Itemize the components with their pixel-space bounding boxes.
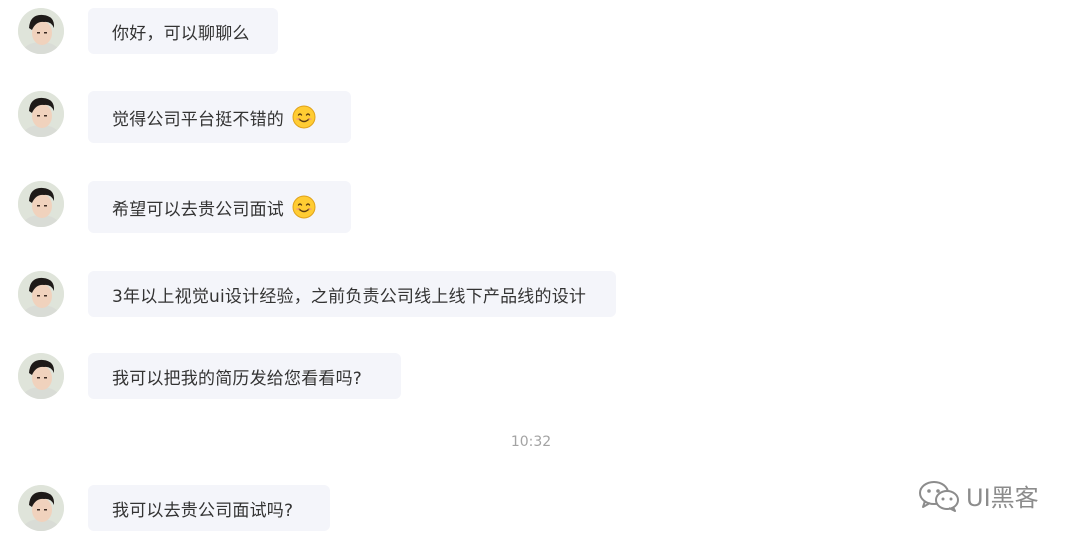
avatar-image	[18, 8, 64, 54]
avatar-image	[18, 485, 64, 531]
message-text: 希望可以去贵公司面试	[112, 199, 284, 220]
avatar-image	[18, 91, 64, 137]
watermark: UI黑客	[918, 478, 1039, 513]
avatar-image	[18, 353, 64, 399]
message-text: 我可以把我的简历发给您看看吗?	[112, 368, 363, 389]
message-text: 3年以上视觉ui设计经验，之前负责公司线上线下产品线的设计	[112, 286, 587, 307]
chat-window: 你好，可以聊聊么 觉得公司平台挺不错的 希望可以去贵公司面试 3年以上视觉ui设…	[0, 0, 1080, 541]
smile-emoji-icon	[292, 195, 316, 219]
avatar[interactable]	[18, 353, 64, 399]
message-bubble[interactable]: 3年以上视觉ui设计经验，之前负责公司线上线下产品线的设计	[88, 271, 616, 317]
avatar[interactable]	[18, 8, 64, 54]
message-bubble[interactable]: 你好，可以聊聊么	[88, 8, 278, 54]
message-text: 你好，可以聊聊么	[112, 23, 250, 44]
smile-emoji-icon	[292, 105, 316, 129]
message-bubble[interactable]: 觉得公司平台挺不错的	[88, 91, 351, 143]
avatar[interactable]	[18, 271, 64, 317]
wechat-icon	[919, 480, 959, 512]
message-text: 我可以去贵公司面试吗?	[112, 500, 294, 521]
message-bubble[interactable]: 我可以把我的简历发给您看看吗?	[88, 353, 401, 399]
message-bubble[interactable]: 我可以去贵公司面试吗?	[88, 485, 330, 531]
message-timestamp: 10:32	[510, 434, 552, 450]
avatar[interactable]	[18, 91, 64, 137]
avatar[interactable]	[18, 181, 64, 227]
avatar[interactable]	[18, 485, 64, 531]
message-bubble[interactable]: 希望可以去贵公司面试	[88, 181, 351, 233]
message-text: 觉得公司平台挺不错的	[112, 109, 284, 130]
watermark-text: UI黑客	[966, 484, 1039, 512]
avatar-image	[18, 181, 64, 227]
avatar-image	[18, 271, 64, 317]
